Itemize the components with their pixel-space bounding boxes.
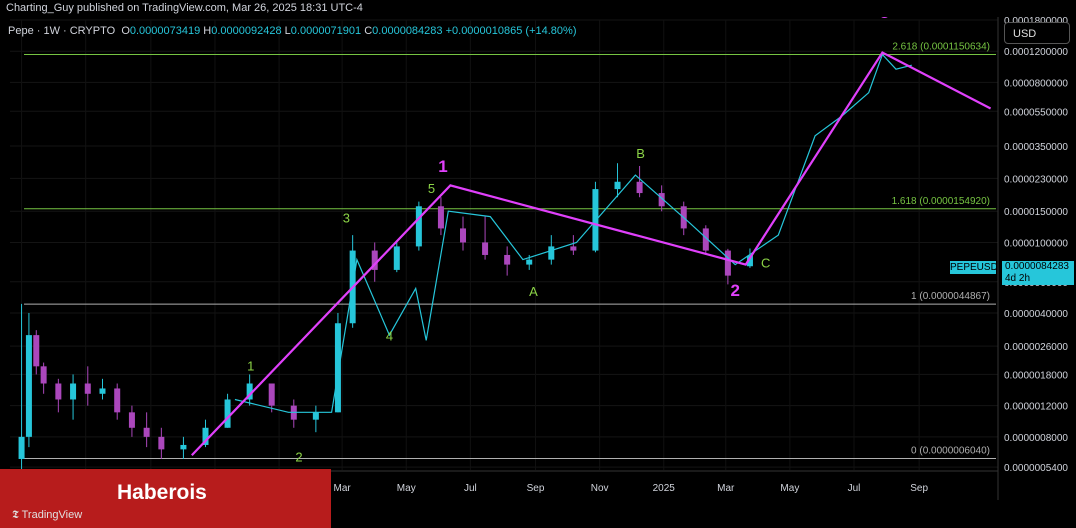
candle-body [114, 388, 121, 413]
candle-body [99, 388, 106, 394]
time-tick-label: May [397, 483, 416, 494]
publisher-bar: Charting_Guy published on TradingView.co… [0, 0, 1076, 17]
tradingview-logo[interactable]: 𝕿 TradingView [12, 509, 82, 522]
price-tick-label: 0.0000040000 [1004, 309, 1068, 320]
candle-body [33, 335, 40, 367]
tradingview-logo-text: TradingView [21, 509, 83, 521]
currency-selector[interactable]: USD [1004, 22, 1070, 44]
price-tag-countdown: 4d 2h [1005, 273, 1031, 284]
candle-body [312, 412, 319, 420]
time-tick-label: 2025 [653, 483, 676, 494]
ohlc-legend: Pepe · 1W · CRYPTO O0.0000073419 H0.0000… [8, 25, 576, 37]
open-label: O [121, 25, 130, 37]
time-tick-label: Sep [527, 483, 545, 494]
price-tag-value: 0.0000084283 4d 2h [1002, 261, 1074, 285]
wave-label: 5 [428, 181, 435, 196]
price-tag-price: 0.0000084283 [1005, 261, 1069, 272]
candle-body [526, 259, 533, 265]
fib-level-label: 2.618 (0.0001150634) [892, 41, 990, 52]
price-tick-label: 0.0000026000 [1004, 342, 1068, 353]
price-tick-label: 0.0000550000 [1004, 107, 1068, 118]
fib-level-label: 1 (0.0000044867) [911, 291, 990, 302]
time-tick-label: Sep [910, 483, 928, 494]
candle-body [18, 436, 25, 459]
candle-body [70, 383, 77, 400]
price-tick-label: 0.0000150000 [1004, 207, 1068, 218]
low-value: 0.0000071901 [290, 25, 362, 37]
candle-body [158, 436, 165, 450]
wave-label: 2 [295, 450, 302, 465]
time-tick-label: Mar [717, 483, 735, 494]
brand-banner: Haberois 𝕿 TradingView [0, 469, 331, 528]
candle-body [25, 335, 32, 437]
time-tick-label: May [780, 483, 799, 494]
last-price-tag: PEPEUSD 0.0000084283 4d 2h [950, 259, 1074, 287]
price-tick-label: 0.0000008000 [1004, 433, 1068, 444]
price-tick-label: 0.0000350000 [1004, 142, 1068, 153]
wave-label: 1 [438, 157, 447, 176]
time-tick-label: Mar [334, 483, 352, 494]
candle-body [180, 444, 187, 450]
candle-body [143, 427, 150, 437]
wave-label: 1 [247, 358, 254, 373]
candle-body [614, 181, 621, 190]
candle-body [268, 383, 275, 406]
publisher-text: Charting_Guy published on TradingView.co… [6, 2, 363, 14]
wave-label: A [529, 284, 538, 299]
fib-level-label: 1.618 (0.0000154920) [892, 196, 990, 207]
wave-label: B [636, 146, 645, 161]
price-tick-label: 0.0000005400 [1004, 463, 1068, 474]
close-label: C [364, 25, 373, 37]
candle-body [40, 366, 47, 384]
price-tick-label: 0.0001200000 [1004, 47, 1068, 58]
wave-label: 3 [343, 210, 350, 225]
price-tick-label: 0.0000100000 [1004, 238, 1068, 249]
candle-body [84, 383, 91, 394]
wave-label: 4 [386, 328, 393, 343]
candle-body [592, 189, 599, 251]
candle-body [548, 246, 555, 260]
price-tick-label: 0.0000012000 [1004, 402, 1068, 413]
change-value: +0.0000010865 (+14.80%) [445, 25, 577, 37]
symbol-label[interactable]: Pepe · 1W · CRYPTO [8, 25, 115, 37]
time-tick-label: Nov [591, 483, 609, 494]
time-tick-label: Jul [848, 483, 861, 494]
candle-body [460, 228, 467, 243]
high-value: 0.0000092428 [211, 25, 282, 37]
time-tick-label: Jul [464, 483, 477, 494]
candle-body [393, 246, 400, 270]
price-tick-label: 0.0000800000 [1004, 78, 1068, 89]
price-tick-label: 0.0000230000 [1004, 174, 1068, 185]
candle-body [570, 246, 577, 251]
candle-body [504, 254, 511, 265]
price-tick-label: 0.0000018000 [1004, 370, 1068, 381]
candle-body [55, 383, 62, 400]
candle-body [636, 181, 643, 194]
candle-body [437, 206, 444, 229]
candle-body [334, 323, 341, 413]
price-tag-symbol: PEPEUSD [950, 261, 998, 274]
open-value: 0.0000073419 [129, 25, 201, 37]
tradingview-logo-icon: 𝕿 [12, 509, 19, 521]
candle-body [128, 412, 135, 428]
candle-body [482, 242, 489, 255]
candle-body [724, 250, 731, 276]
wave-label: 2 [730, 281, 739, 300]
price-chart[interactable]: 2.618 (0.0001150634) 1.618 (0.0000154920)… [0, 0, 1076, 528]
close-value: 0.0000084283 [372, 25, 443, 37]
banner-title: Haberois [117, 481, 207, 504]
candle-body [415, 206, 422, 247]
wave-label: C [761, 256, 770, 271]
fib-level-label: 0 (0.0000006040) [911, 445, 990, 456]
candle-body [224, 399, 231, 428]
